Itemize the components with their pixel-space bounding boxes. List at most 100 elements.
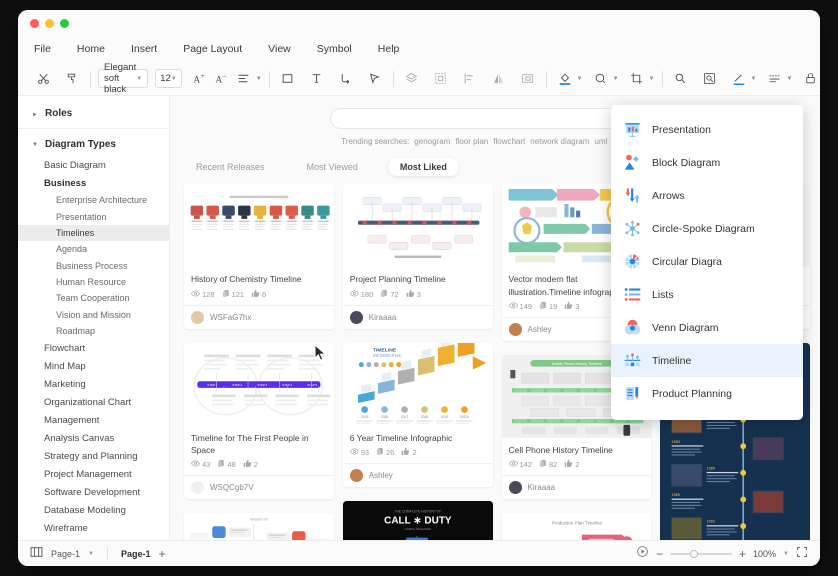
tab-most-liked[interactable]: Most Liked <box>387 158 459 176</box>
line-color-icon[interactable] <box>728 68 750 90</box>
menu-item-page-layout[interactable]: Page Layout <box>183 40 256 58</box>
increase-font-size-icon[interactable]: A + <box>189 68 211 90</box>
sidebar-item-enterprise-architecture[interactable]: Enterprise Architecture <box>18 192 169 208</box>
sidebar-item-database-modeling[interactable]: Database Modeling <box>18 501 169 519</box>
connector-icon[interactable] <box>335 68 357 90</box>
template-card[interactable]: STEP 1 STEP 2 STEP 3 STEP 4 STEP 5 Timeline … <box>184 342 334 500</box>
menu-item-home[interactable]: Home <box>77 40 119 58</box>
menu-item-view[interactable]: View <box>268 40 305 58</box>
card-author[interactable]: Ashley <box>342 463 493 487</box>
page-view-icon[interactable] <box>30 545 43 563</box>
align-left-icon[interactable] <box>459 68 481 90</box>
zoom-out-button[interactable]: − <box>656 548 663 560</box>
dropdown-item-presentation[interactable]: Presentation <box>611 113 803 146</box>
sidebar-item-strategy-and-planning[interactable]: Strategy and Planning <box>18 447 169 465</box>
dropdown-item-circle-spoke-diagram[interactable]: Circle-Spoke Diagram <box>611 212 803 245</box>
dropdown-item-timeline[interactable]: Timeline <box>611 344 803 377</box>
sidebar-item-network-diagram[interactable]: Network Diagram <box>18 537 169 540</box>
crop-icon[interactable] <box>626 68 648 90</box>
sidebar-item-basic-diagram[interactable]: Basic Diagram <box>18 156 169 174</box>
sidebar-item-business-process[interactable]: Business Process <box>18 258 169 274</box>
sidebar-item-timelines[interactable]: Timelines <box>18 224 169 242</box>
card-title[interactable]: Cell Phone History Timeline <box>509 444 645 456</box>
lock-icon[interactable] <box>799 68 820 90</box>
sidebar-section-roles[interactable]: ▼ Roles <box>18 102 169 129</box>
cut-icon[interactable] <box>32 68 54 90</box>
sidebar-item-organizational-chart[interactable]: Organizational Chart <box>18 393 169 411</box>
text-icon[interactable] <box>306 68 328 90</box>
zoom-icon[interactable] <box>670 68 692 90</box>
card-title[interactable]: History of Chemistry Timeline <box>191 273 327 285</box>
align-icon[interactable] <box>233 68 255 90</box>
maximize-button[interactable] <box>60 18 69 28</box>
template-card[interactable]: History of Chemistry Timeline 128 121 6 WSFa… <box>184 184 334 329</box>
page-selector[interactable]: Page-1 <box>51 549 80 559</box>
tab-most-viewed[interactable]: Most Viewed <box>295 158 370 176</box>
template-card[interactable]: Versions V3 <box>184 513 334 540</box>
sidebar-item-business[interactable]: Business <box>18 174 169 192</box>
trending-term-genogram[interactable]: genogram <box>414 137 450 146</box>
template-card[interactable]: THE COMPLETE HISTORY OF CALL ∗ DUTY GAME… <box>342 501 493 540</box>
dropdown-item-lists[interactable]: Lists <box>611 278 803 311</box>
dropdown-item-venn-diagram[interactable]: Venn Diagram <box>611 311 803 344</box>
dropdown-item-circular-diagra[interactable]: Circular Diagra <box>611 245 803 278</box>
sidebar-item-management[interactable]: Management <box>18 411 169 429</box>
pointer-icon[interactable] <box>364 68 386 90</box>
trending-term-floor-plan[interactable]: floor plan <box>455 137 488 146</box>
format-painter-icon[interactable] <box>61 68 83 90</box>
rectangle-icon[interactable] <box>277 68 299 90</box>
card-title[interactable]: Timeline for The First People in Space <box>191 432 327 457</box>
sidebar[interactable]: ▼ Roles ▼ Diagram Types Basic Diagram Busines… <box>18 96 170 540</box>
card-author[interactable]: Kiraaaa <box>342 304 493 329</box>
sidebar-section-diagram-types[interactable]: ▼ Diagram Types <box>18 133 169 156</box>
page-tab-1[interactable]: Page-1 <box>121 549 151 559</box>
sidebar-item-human-resource[interactable]: Human Resource <box>18 274 169 290</box>
sidebar-item-mind-map[interactable]: Mind Map <box>18 357 169 375</box>
font-size-select[interactable]: 12 ▼ <box>155 69 182 88</box>
sidebar-item-analysis-canvas[interactable]: Analysis Canvas <box>18 429 169 447</box>
decrease-font-size-icon[interactable]: A − <box>211 68 233 90</box>
card-author[interactable]: WSFaG7hx <box>184 304 334 329</box>
window-controls[interactable] <box>30 18 69 28</box>
sidebar-item-team-cooperation[interactable]: Team Cooperation <box>18 290 169 306</box>
close-button[interactable] <box>30 18 39 28</box>
flip-icon[interactable] <box>488 68 510 90</box>
dropdown-item-arrows[interactable]: Arrows <box>611 179 803 212</box>
sidebar-item-marketing[interactable]: Marketing <box>18 375 169 393</box>
sidebar-item-wireframe[interactable]: Wireframe <box>18 519 169 537</box>
sidebar-item-vision-and-mission[interactable]: Vision and Mission <box>18 307 169 323</box>
diagram-type-dropdown[interactable]: Presentation Block Diagram Arrows Circle-Sp… <box>611 105 803 420</box>
fill-color-icon[interactable] <box>554 68 576 90</box>
find-icon[interactable] <box>699 68 721 90</box>
add-page-button[interactable]: + <box>159 548 166 560</box>
card-author[interactable]: Kiraaaa <box>501 475 652 499</box>
tab-recent-releases[interactable]: Recent Releases <box>184 158 277 176</box>
sidebar-item-presentation[interactable]: Presentation <box>18 208 169 224</box>
template-card[interactable]: TIMELINE INFOGRAPHIC 2015 2016 2017 2018 201… <box>342 342 493 487</box>
frame-icon[interactable] <box>517 68 539 90</box>
zoom-slider-knob[interactable] <box>689 549 698 558</box>
sidebar-item-project-management[interactable]: Project Management <box>18 465 169 483</box>
chevron-down-icon[interactable]: ▼ <box>783 551 789 557</box>
layers-icon[interactable] <box>401 68 423 90</box>
dropdown-item-product-planning[interactable]: Product Planning <box>611 377 803 410</box>
template-card[interactable]: Production Plan Timeline Production Plan… <box>501 513 652 540</box>
chevron-down-icon[interactable]: ▼ <box>88 551 94 557</box>
card-author[interactable]: WSQCgb7V <box>184 475 334 499</box>
font-family-select[interactable]: Elegant soft black ▼ <box>98 62 149 95</box>
zoom-in-button[interactable]: + <box>739 548 746 560</box>
menu-item-file[interactable]: File <box>34 40 65 58</box>
line-style-icon[interactable] <box>763 68 785 90</box>
template-card[interactable]: Project Planning Timeline 180 72 3 Kiraaaa <box>342 184 493 329</box>
dropdown-item-block-diagram[interactable]: Block Diagram <box>611 146 803 179</box>
card-title[interactable]: 6 Year Timeline Infographic <box>350 432 486 444</box>
trending-term-flowchart[interactable]: flowchart <box>493 137 525 146</box>
group-icon[interactable] <box>430 68 452 90</box>
card-title[interactable]: Project Planning Timeline <box>350 273 486 285</box>
presentation-play-icon[interactable] <box>636 545 649 563</box>
zoom-slider[interactable] <box>670 549 732 558</box>
minimize-button[interactable] <box>45 18 54 28</box>
menu-item-symbol[interactable]: Symbol <box>317 40 366 58</box>
zoom-level[interactable]: 100% <box>753 549 776 559</box>
trending-term-network-diagram[interactable]: network diagram <box>530 137 589 146</box>
